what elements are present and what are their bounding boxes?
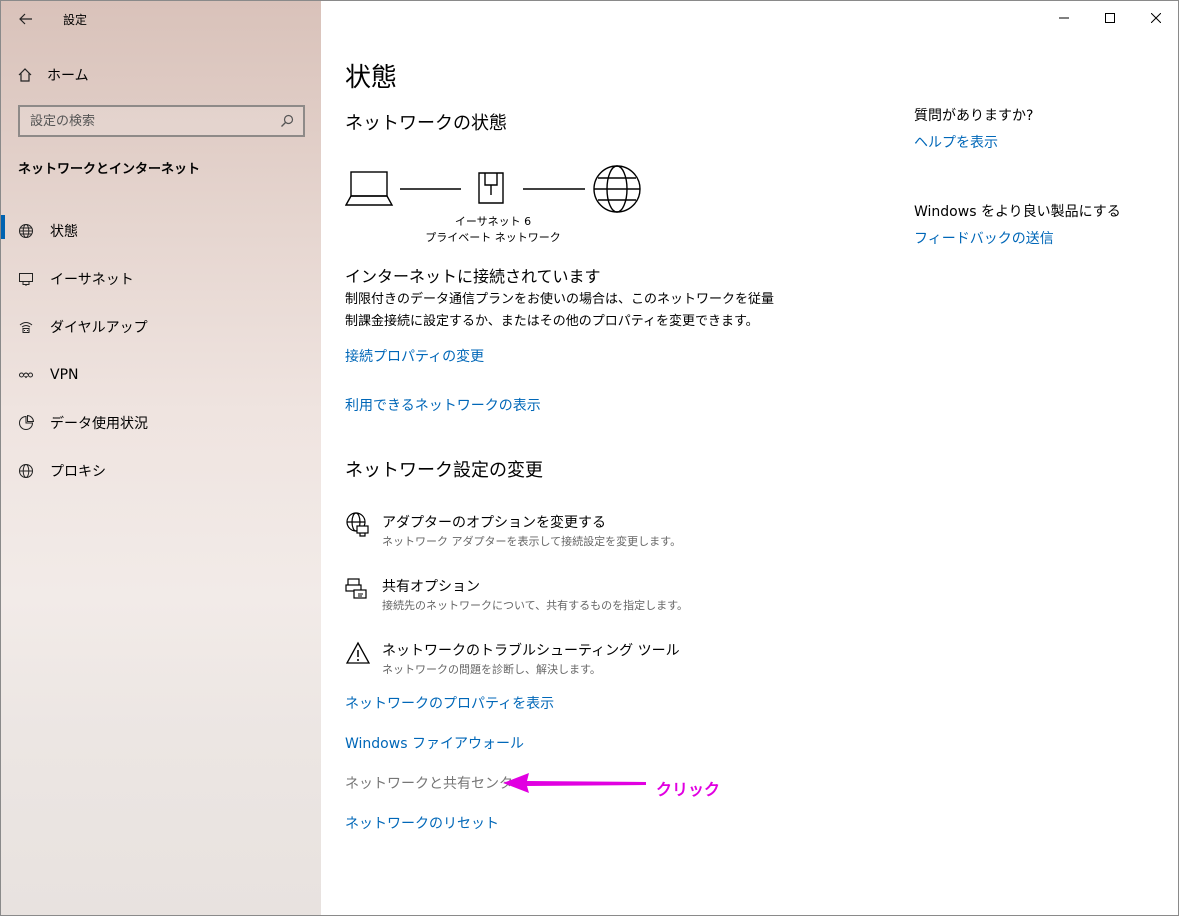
- sidebar-item-label: データ使用状況: [50, 416, 148, 432]
- sidebar-item-vpn[interactable]: VPN: [1, 351, 321, 399]
- available-networks-link[interactable]: 利用できるネットワークの表示: [345, 395, 541, 415]
- option-description: ネットワークの問題を診断し、解決します。: [382, 663, 601, 676]
- home-button[interactable]: ホーム: [17, 63, 89, 87]
- search-icon[interactable]: [275, 109, 299, 133]
- option-description: ネットワーク アダプターを表示して接続設定を変更します。: [382, 535, 682, 548]
- network-properties-link[interactable]: ネットワークのプロパティを表示: [345, 693, 554, 713]
- close-icon: [1151, 13, 1161, 23]
- question-heading: 質問がありますか?: [914, 108, 1034, 124]
- help-link[interactable]: ヘルプを表示: [914, 132, 998, 152]
- home-icon: [18, 68, 32, 82]
- page-title: 状態: [345, 63, 398, 93]
- connection-properties-link[interactable]: 接続プロパティの変更: [345, 346, 484, 366]
- sidebar-item-data-usage[interactable]: データ使用状況: [1, 399, 321, 447]
- settings-window: 設定 ホーム ネットワークとインターネット 状態 イーサネ: [0, 0, 1179, 916]
- minimize-button[interactable]: [1041, 1, 1087, 35]
- data-usage-icon: [18, 415, 34, 431]
- option-title: アダプターのオプションを変更する: [382, 515, 606, 531]
- sidebar-item-dialup[interactable]: ダイヤルアップ: [1, 303, 321, 351]
- windows-firewall-link[interactable]: Windows ファイアウォール: [345, 733, 524, 753]
- network-sharing-center-link[interactable]: ネットワークと共有センター: [345, 773, 527, 793]
- close-button[interactable]: [1133, 1, 1178, 35]
- proxy-globe-icon: [18, 463, 34, 479]
- network-name: プライベート ネットワーク: [425, 231, 561, 244]
- search-input[interactable]: [30, 113, 275, 129]
- option-title: 共有オプション: [382, 579, 480, 595]
- sharing-icon: [345, 576, 371, 602]
- adapter-icon: [345, 512, 371, 538]
- minimize-icon: [1059, 17, 1069, 19]
- adapter-name: イーサネット 6: [454, 215, 532, 228]
- home-label: ホーム: [47, 68, 89, 84]
- laptop-icon: [345, 171, 394, 206]
- internet-globe-icon: [593, 165, 641, 213]
- sidebar-item-status[interactable]: 状態: [1, 207, 321, 255]
- warning-icon: [345, 640, 371, 666]
- sidebar: 設定 ホーム ネットワークとインターネット 状態 イーサネ: [1, 1, 321, 915]
- sidebar-item-proxy[interactable]: プロキシ: [1, 447, 321, 495]
- sidebar-section-title: ネットワークとインターネット: [18, 162, 201, 177]
- status-description: 制限付きのデータ通信プランをお使いの場合は、このネットワークを従量制課金接続に設…: [345, 292, 775, 329]
- search-box[interactable]: [18, 105, 305, 137]
- back-arrow-icon: [19, 13, 32, 25]
- ethernet-port-icon: [478, 172, 504, 204]
- improve-heading: Windows をより良い製品にする: [914, 204, 1121, 220]
- network-reset-link[interactable]: ネットワークのリセット: [345, 813, 499, 833]
- maximize-icon: [1105, 13, 1115, 23]
- option-description: 接続先のネットワークについて、共有するものを指定します。: [382, 599, 689, 612]
- change-settings-title: ネットワーク設定の変更: [345, 460, 543, 481]
- option-title: ネットワークのトラブルシューティング ツール: [382, 643, 680, 659]
- sidebar-nav: 状態 イーサネット ダイヤルアップ VPN データ使用状況 プロキシ: [1, 207, 321, 495]
- network-diagram: イーサネット 6 プライベート ネットワーク: [345, 161, 655, 251]
- dialup-icon: [18, 319, 34, 335]
- sidebar-item-label: プロキシ: [50, 464, 106, 480]
- maximize-button[interactable]: [1087, 1, 1133, 35]
- connection-status: インターネットに接続されています: [345, 267, 601, 286]
- troubleshoot-item[interactable]: ネットワークのトラブルシューティング ツール ネットワークの問題を診断し、解決し…: [345, 640, 885, 684]
- network-status-title: ネットワークの状態: [345, 113, 507, 134]
- sidebar-item-label: イーサネット: [50, 272, 134, 288]
- sidebar-item-label: 状態: [50, 224, 78, 240]
- adapter-options-item[interactable]: アダプターのオプションを変更する ネットワーク アダプターを表示して接続設定を変…: [345, 512, 885, 556]
- annotation-text: クリック: [656, 780, 721, 799]
- sidebar-item-label: ダイヤルアップ: [50, 320, 148, 336]
- sharing-options-item[interactable]: 共有オプション 接続先のネットワークについて、共有するものを指定します。: [345, 576, 885, 620]
- sidebar-item-ethernet[interactable]: イーサネット: [1, 255, 321, 303]
- annotation-arrow: [503, 773, 646, 793]
- sidebar-item-label: VPN: [50, 367, 79, 383]
- status-globe-icon: [18, 223, 34, 239]
- back-button[interactable]: [9, 5, 43, 33]
- feedback-link[interactable]: フィードバックの送信: [914, 228, 1054, 248]
- ethernet-icon: [18, 271, 34, 287]
- app-title: 設定: [63, 13, 88, 27]
- vpn-icon: [18, 367, 34, 383]
